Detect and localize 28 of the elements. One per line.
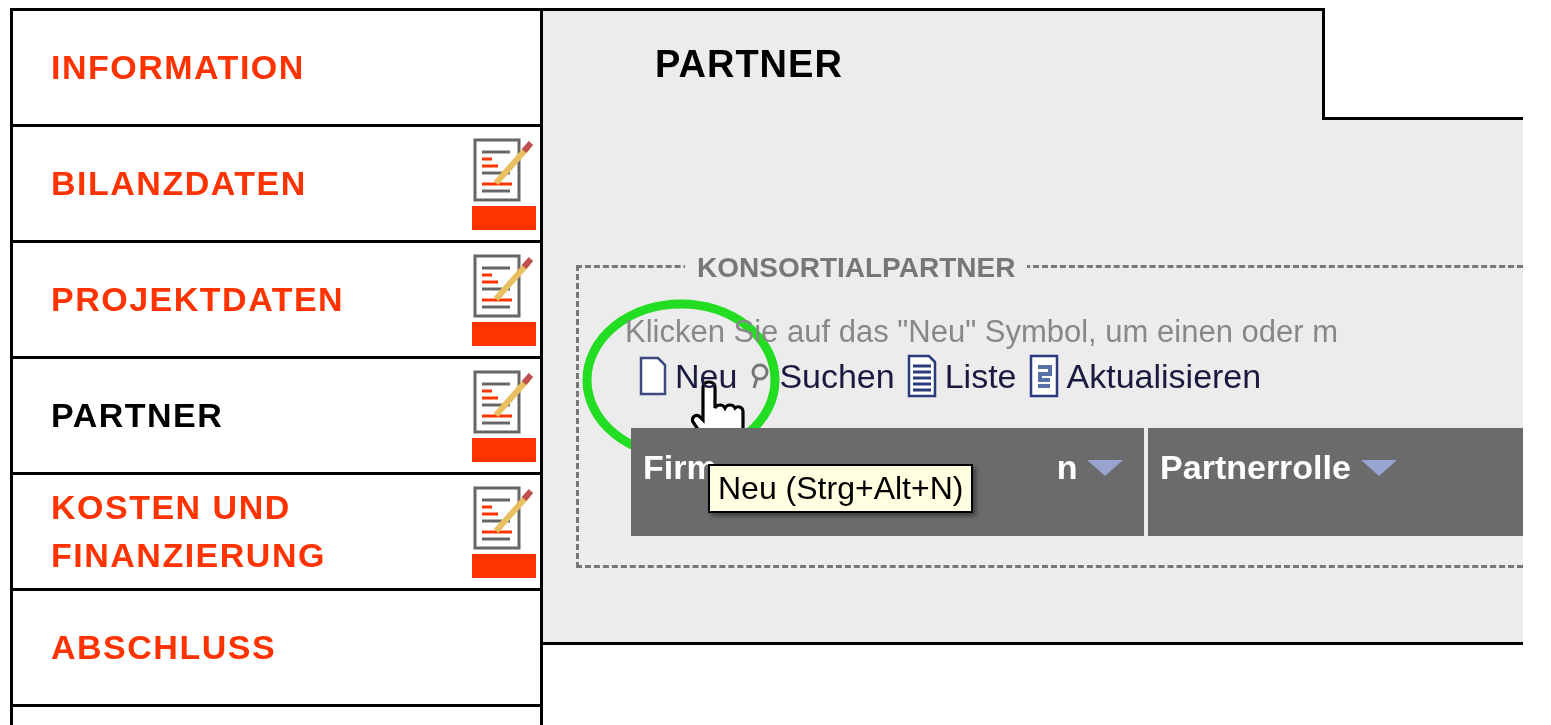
sort-icon — [1087, 460, 1124, 476]
sort-icon — [1360, 460, 1397, 476]
toolbar-button[interactable]: Liste — [906, 354, 1017, 398]
sidebar-label: PROJEKTDATEN — [51, 278, 345, 320]
edit-document-icon[interactable] — [472, 252, 536, 347]
sidebar-item[interactable]: INFORMATION — [13, 11, 540, 127]
edit-document-icon[interactable] — [472, 368, 536, 463]
sidebar-item[interactable]: ABSCHLUSS — [13, 591, 540, 707]
toolbar-button[interactable]: Neu — [639, 356, 738, 396]
sidebar-item[interactable]: PROJEKTDATEN — [13, 243, 540, 359]
sidebar-label: KOSTEN UND FINANZIERUNG — [51, 486, 327, 576]
toolbar-button[interactable]: Aktualisieren — [1028, 354, 1262, 398]
tab[interactable]: PARTNER — [543, 8, 1325, 120]
sidebar-label: ABSCHLUSS — [51, 626, 277, 668]
sidebar-item[interactable]: PARTNER — [13, 359, 540, 475]
list-page-icon — [906, 354, 937, 398]
refresh-icon — [1028, 354, 1059, 398]
edit-document-icon[interactable] — [472, 136, 536, 231]
sidebar-label: BILANZDATEN — [51, 162, 307, 204]
sidebar-label: INFORMATION — [51, 46, 305, 88]
blank-page-icon — [639, 356, 667, 396]
toolbar-button[interactable]: Suchen — [749, 356, 895, 396]
tooltip: Neu (Strg+Alt+N) — [708, 464, 974, 513]
sidebar-label: PARTNER — [51, 394, 224, 436]
sidebar-item[interactable]: KOSTEN UND FINANZIERUNG — [13, 475, 540, 591]
sidebar-item[interactable]: BILANZDATEN — [13, 127, 540, 243]
edit-document-icon[interactable] — [472, 484, 536, 579]
column-header[interactable]: Partnerrolle — [1148, 428, 1523, 536]
